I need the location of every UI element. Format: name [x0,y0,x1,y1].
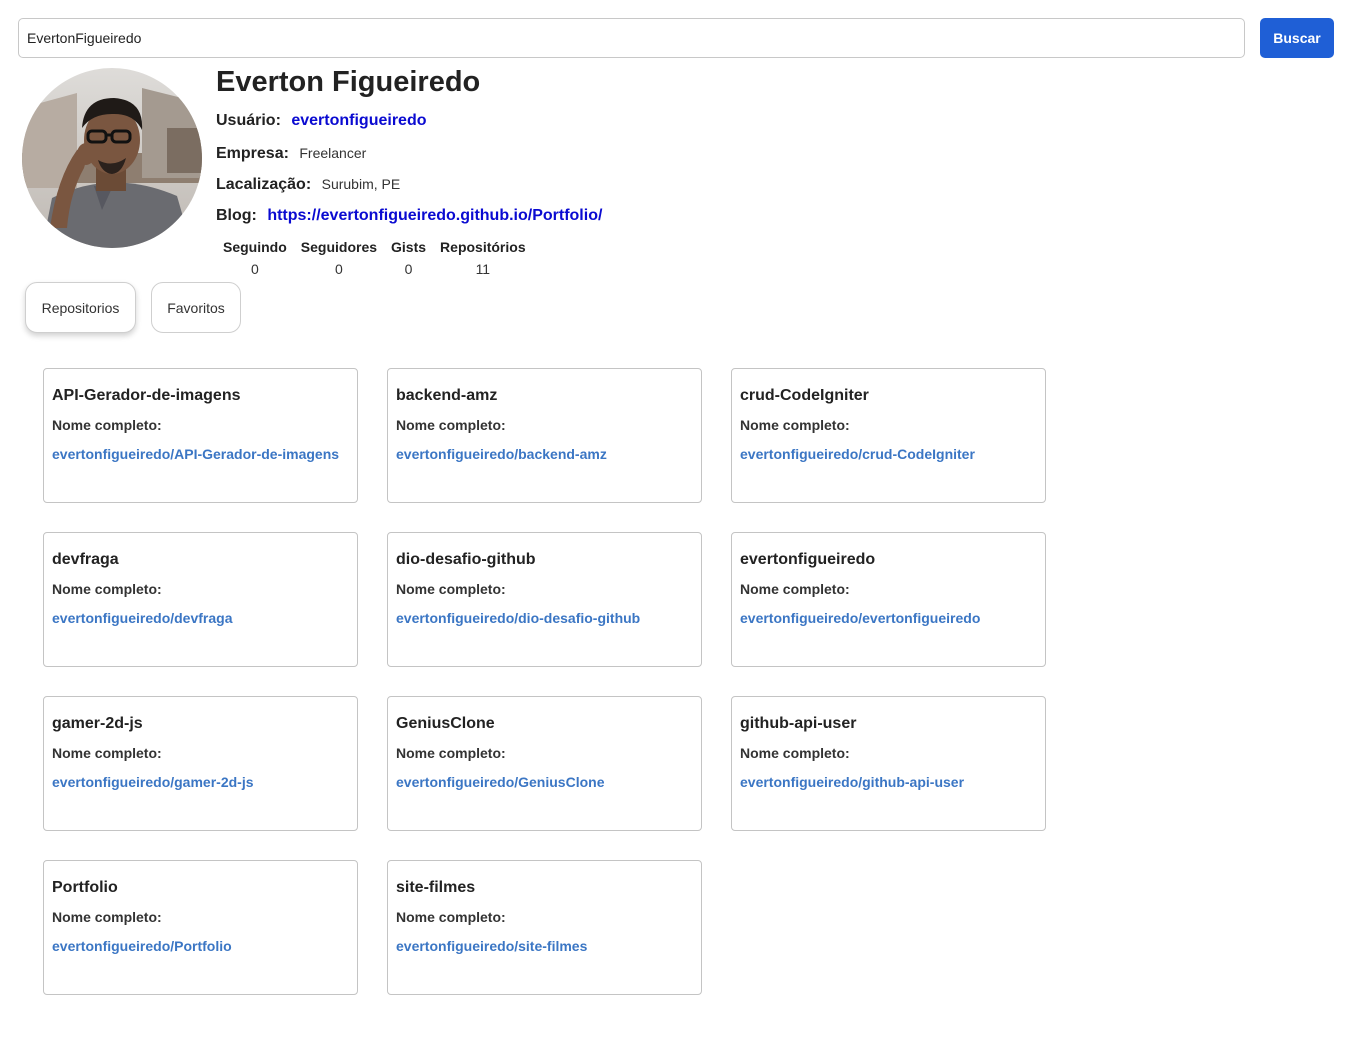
search-button[interactable]: Buscar [1260,18,1334,58]
tab-repositorios[interactable]: Repositorios [25,282,136,333]
repo-fullname-label: Nome completo: [52,745,162,761]
repo-fullname-label: Nome completo: [740,745,850,761]
repo-card: dio-desafio-github Nome completo: everto… [387,532,702,667]
blog-link[interactable]: https://evertonfigueiredo.github.io/Port… [267,207,602,224]
stat-value: 0 [335,261,343,277]
repo-fullname-label: Nome completo: [396,745,506,761]
repo-name: gamer-2d-js [52,715,143,732]
repo-card: gamer-2d-js Nome completo: evertonfiguei… [43,696,358,831]
usuario-link[interactable]: evertonfigueiredo [291,112,426,129]
repo-card: evertonfigueiredo Nome completo: everton… [731,532,1046,667]
blog-row: Blog: https://evertonfigueiredo.github.i… [216,206,602,238]
repo-link[interactable]: evertonfigueiredo/github-api-user [740,773,964,791]
repo-link[interactable]: evertonfigueiredo/backend-amz [396,445,607,463]
usuario-row: Usuário: evertonfigueiredo [216,111,602,143]
empresa-row: Empresa: Freelancer [216,143,602,175]
stat-seguidores: Seguidores 0 [294,238,384,278]
repo-card: Portfolio Nome completo: evertonfigueire… [43,860,358,995]
stat-gists: Gists 0 [384,238,433,278]
usuario-label: Usuário: [216,112,281,129]
search-input[interactable] [18,18,1245,58]
repo-fullname-label: Nome completo: [52,581,162,597]
repo-card: devfraga Nome completo: evertonfigueired… [43,532,358,667]
localizacao-row: Lacalização: Surubim, PE [216,174,602,206]
repo-link[interactable]: evertonfigueiredo/API-Gerador-de-imagens [52,445,339,463]
repo-name: devfraga [52,551,119,568]
repo-link[interactable]: evertonfigueiredo/gamer-2d-js [52,773,254,791]
repo-name: GeniusClone [396,715,495,732]
stat-label: Gists [391,239,427,255]
repo-name: evertonfigueiredo [740,551,876,568]
stat-value: 11 [475,261,491,277]
localizacao-label: Lacalização: [216,176,312,193]
repo-name: backend-amz [396,387,498,404]
repo-link[interactable]: evertonfigueiredo/devfraga [52,609,233,627]
repo-link[interactable]: evertonfigueiredo/dio-desafio-github [396,609,640,627]
repo-name: site-filmes [396,879,476,896]
repo-link[interactable]: evertonfigueiredo/crud-CodeIgniter [740,445,975,463]
repo-link[interactable]: evertonfigueiredo/evertonfigueiredo [740,609,980,627]
repo-name: github-api-user [740,715,857,732]
stat-value: 0 [250,261,259,277]
avatar-photo [22,68,202,248]
repo-card: API-Gerador-de-imagens Nome completo: ev… [43,368,358,503]
repo-name: crud-CodeIgniter [740,387,869,404]
avatar [22,68,202,248]
repo-card: github-api-user Nome completo: evertonfi… [731,696,1046,831]
repo-link[interactable]: evertonfigueiredo/GeniusClone [396,773,604,791]
repo-fullname-label: Nome completo: [740,417,850,433]
repo-name: API-Gerador-de-imagens [52,387,241,404]
repo-link[interactable]: evertonfigueiredo/Portfolio [52,937,232,955]
stat-label: Seguindo [223,239,287,255]
profile-info: Everton Figueiredo Usuário: evertonfigue… [216,64,602,237]
profile-stats: Seguindo 0 Seguidores 0 Gists 0 Repositó… [216,238,533,278]
repo-card: crud-CodeIgniter Nome completo: evertonf… [731,368,1046,503]
repo-fullname-label: Nome completo: [396,909,506,925]
localizacao-value: Surubim, PE [321,176,401,192]
repo-card: backend-amz Nome completo: evertonfiguei… [387,368,702,503]
repo-fullname-label: Nome completo: [52,417,162,433]
repo-fullname-label: Nome completo: [740,581,850,597]
tab-favoritos[interactable]: Favoritos [151,282,241,333]
repo-name: Portfolio [52,879,118,896]
stat-label: Seguidores [300,239,378,255]
repo-name: dio-desafio-github [396,551,536,568]
profile-name: Everton Figueiredo [216,66,481,98]
repo-card: site-filmes Nome completo: evertonfiguei… [387,860,702,995]
repo-fullname-label: Nome completo: [396,581,506,597]
stat-label: Repositórios [440,239,526,255]
repo-card: GeniusClone Nome completo: evertonfiguei… [387,696,702,831]
repo-list: API-Gerador-de-imagens Nome completo: ev… [43,368,1046,995]
stat-repositorios: Repositórios 11 [433,238,533,278]
repo-fullname-label: Nome completo: [396,417,506,433]
repo-link[interactable]: evertonfigueiredo/site-filmes [396,937,587,955]
stat-value: 0 [404,261,413,277]
blog-label: Blog: [216,206,257,224]
empresa-label: Empresa: [216,144,289,162]
empresa-value: Freelancer [299,144,367,161]
repo-fullname-label: Nome completo: [52,909,162,925]
stat-seguindo: Seguindo 0 [216,238,294,278]
